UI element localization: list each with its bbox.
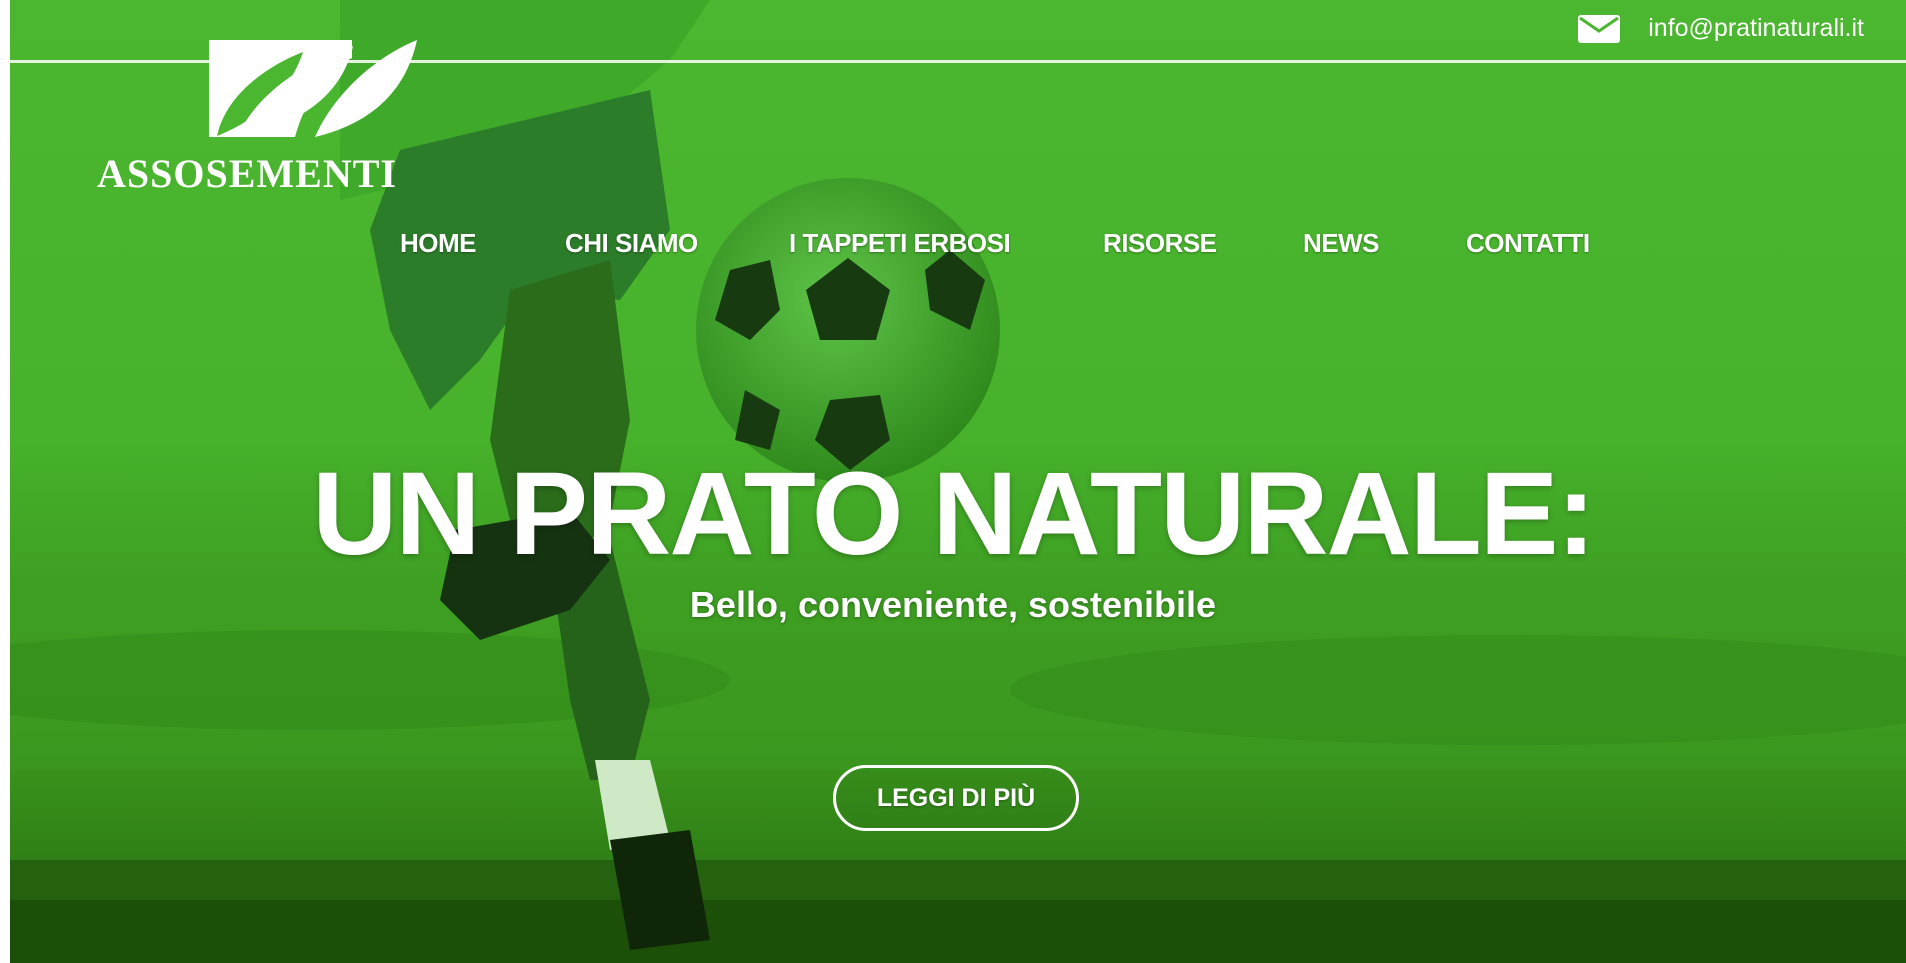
envelope-icon (1578, 14, 1621, 43)
hero-title: UN PRATO NATURALE: (312, 448, 1596, 580)
nav-news[interactable]: NEWS (1303, 228, 1380, 259)
read-more-button[interactable]: LEGGI DI PIÙ (833, 765, 1079, 831)
nav-risorse[interactable]: RISORSE (1103, 228, 1217, 259)
email-link[interactable]: info@pratinaturali.it (1648, 14, 1864, 43)
read-more-label: LEGGI DI PIÙ (876, 783, 1036, 812)
nav-home[interactable]: HOME (400, 228, 477, 259)
main-nav: HOME CHI SIAMO I TAPPETI ERBOSI RISORSE … (0, 228, 1906, 268)
page: info@pratinaturali.it ASSOSEMENTI HOME C… (0, 0, 1906, 963)
logo-wordmark[interactable]: ASSOSEMENTI (97, 150, 397, 197)
nav-i-tappeti-erbosi[interactable]: I TAPPETI ERBOSI (789, 228, 1011, 259)
header-email[interactable]: info@pratinaturali.it (1578, 14, 1864, 43)
hero-subtitle: Bello, conveniente, sostenibile (689, 584, 1217, 625)
nav-chi-siamo[interactable]: CHI SIAMO (565, 228, 698, 259)
nav-contatti[interactable]: CONTATTI (1466, 228, 1590, 259)
